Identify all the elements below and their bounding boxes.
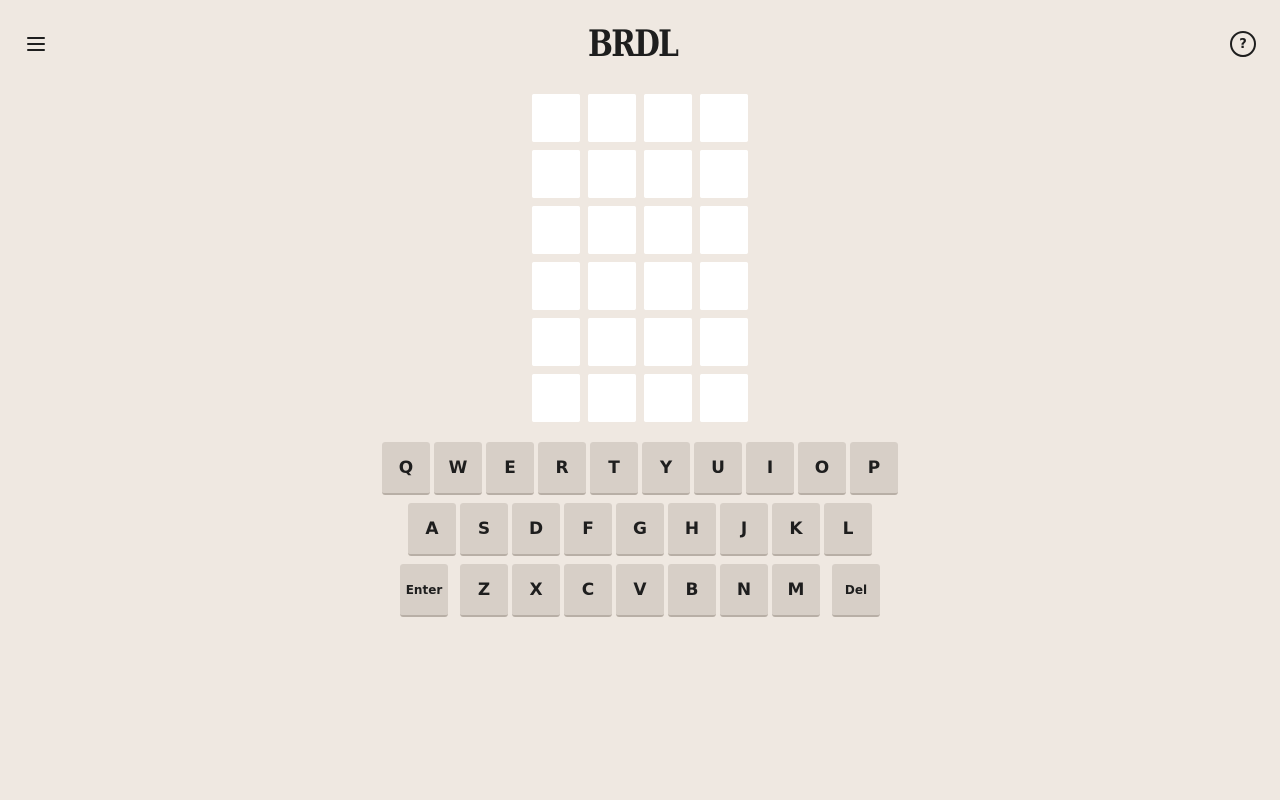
- key-b[interactable]: B: [668, 564, 716, 617]
- keyboard-row-3: Enter Z X C V B N M Del: [0, 564, 1280, 617]
- key-e[interactable]: E: [486, 442, 534, 495]
- letter-tile: [700, 206, 748, 254]
- letter-tile: [532, 150, 580, 198]
- key-m[interactable]: M: [772, 564, 820, 617]
- letter-tile: [700, 262, 748, 310]
- letter-tile: [588, 94, 636, 142]
- key-i[interactable]: I: [746, 442, 794, 495]
- logo-text: BRDL: [588, 23, 679, 65]
- header: BRDL ?: [0, 0, 1280, 88]
- key-c[interactable]: C: [564, 564, 612, 617]
- board-row: [532, 262, 748, 310]
- help-button[interactable]: ?: [1230, 31, 1256, 57]
- key-d[interactable]: D: [512, 503, 560, 556]
- letter-tile: [532, 94, 580, 142]
- key-j[interactable]: J: [720, 503, 768, 556]
- board-row: [532, 206, 748, 254]
- letter-tile: [644, 262, 692, 310]
- letter-tile: [588, 262, 636, 310]
- board-row: [532, 150, 748, 198]
- key-w[interactable]: W: [434, 442, 482, 495]
- letter-tile: [532, 318, 580, 366]
- logo[interactable]: BRDL: [588, 22, 694, 66]
- letter-tile: [588, 374, 636, 422]
- key-l[interactable]: L: [824, 503, 872, 556]
- keyboard: QWERTYUIOP ASDFGHJKL Enter Z X C V B N M Del: [0, 442, 1280, 625]
- key-z[interactable]: Z: [460, 564, 508, 617]
- key-o[interactable]: O: [798, 442, 846, 495]
- key-y[interactable]: Y: [642, 442, 690, 495]
- letter-tile: [532, 374, 580, 422]
- key-u[interactable]: U: [694, 442, 742, 495]
- letter-tile: [700, 374, 748, 422]
- key-k[interactable]: K: [772, 503, 820, 556]
- letter-tile: [588, 150, 636, 198]
- key-v[interactable]: V: [616, 564, 664, 617]
- letter-tile: [532, 206, 580, 254]
- key-t[interactable]: T: [590, 442, 638, 495]
- game-board: [532, 94, 748, 430]
- key-r[interactable]: R: [538, 442, 586, 495]
- key-n[interactable]: N: [720, 564, 768, 617]
- letter-tile: [588, 318, 636, 366]
- key-f[interactable]: F: [564, 503, 612, 556]
- board-row: [532, 318, 748, 366]
- letter-tile: [700, 94, 748, 142]
- letter-tile: [644, 94, 692, 142]
- key-s[interactable]: S: [460, 503, 508, 556]
- letter-tile: [700, 150, 748, 198]
- letter-tile: [644, 206, 692, 254]
- keyboard-row-2: ASDFGHJKL: [0, 503, 1280, 556]
- letter-tile: [700, 318, 748, 366]
- keyboard-row-1: QWERTYUIOP: [0, 442, 1280, 495]
- key-x[interactable]: X: [512, 564, 560, 617]
- delete-key[interactable]: Del: [832, 564, 880, 617]
- key-h[interactable]: H: [668, 503, 716, 556]
- board-row: [532, 94, 748, 142]
- letter-tile: [644, 150, 692, 198]
- key-p[interactable]: P: [850, 442, 898, 495]
- letter-tile: [588, 206, 636, 254]
- key-a[interactable]: A: [408, 503, 456, 556]
- letter-tile: [532, 262, 580, 310]
- enter-key[interactable]: Enter: [400, 564, 448, 617]
- key-q[interactable]: Q: [382, 442, 430, 495]
- letter-tile: [644, 374, 692, 422]
- key-g[interactable]: G: [616, 503, 664, 556]
- letter-tile: [644, 318, 692, 366]
- board-row: [532, 374, 748, 422]
- hamburger-menu-icon[interactable]: [26, 34, 48, 54]
